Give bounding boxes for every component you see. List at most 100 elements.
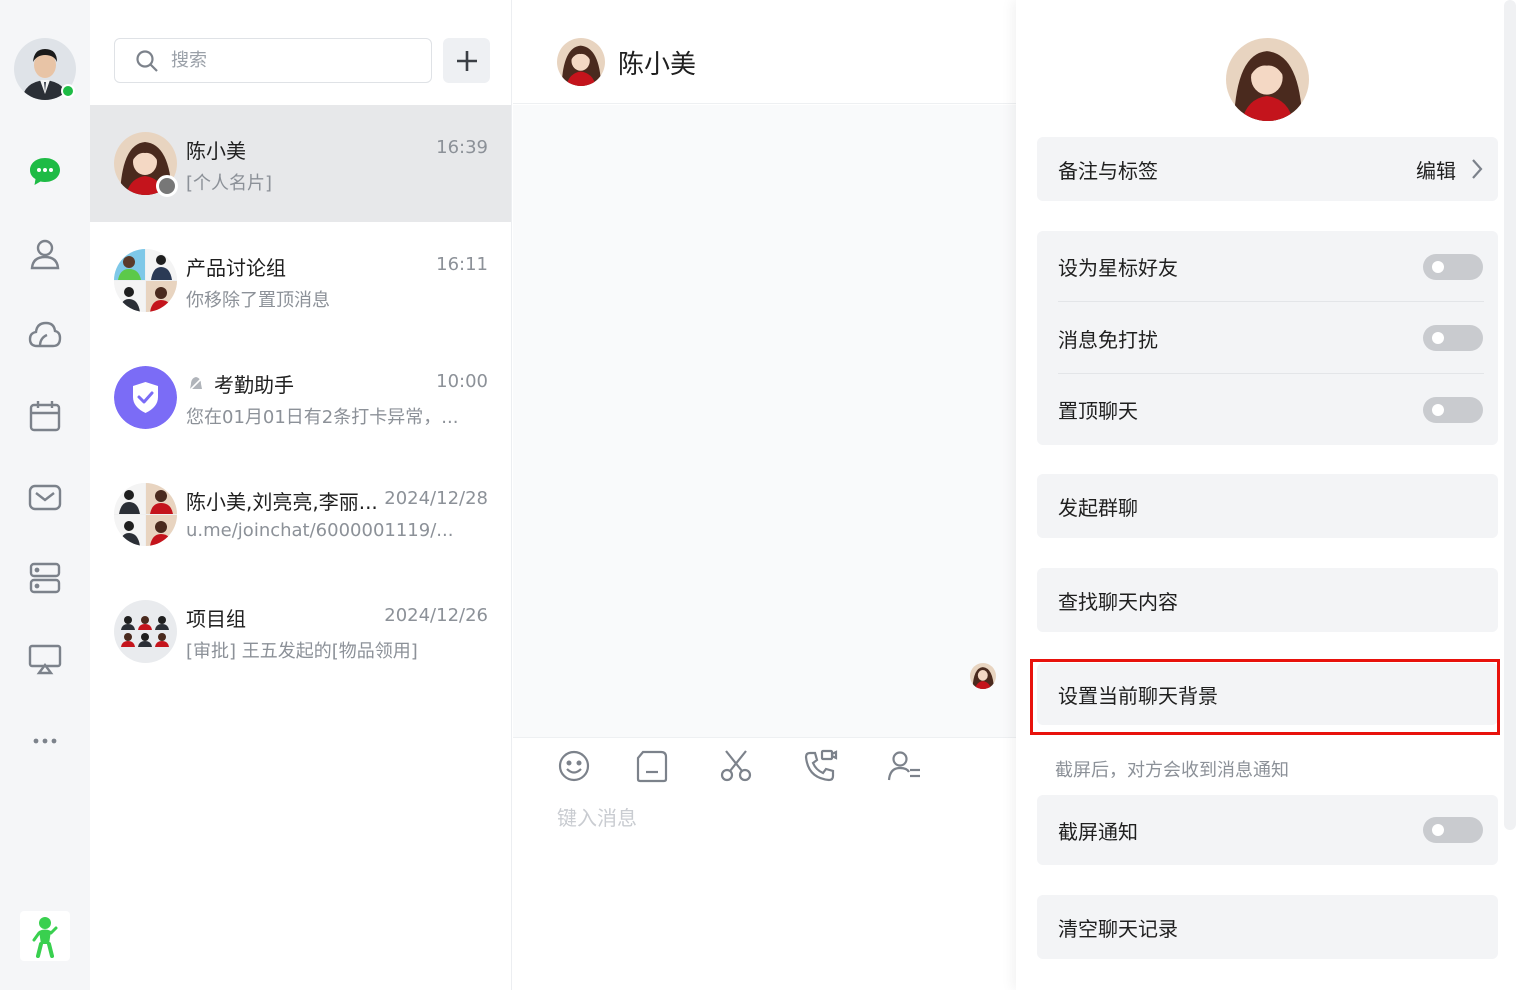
pin-chat-toggle[interactable] xyxy=(1423,396,1483,423)
clear-chat-history-label: 清空聊天记录 xyxy=(1058,916,1178,941)
search-chat-content-button[interactable]: 查找聊天内容 xyxy=(1037,568,1498,632)
conversation-time: 10:00 xyxy=(436,371,488,392)
contacts-nav-button[interactable] xyxy=(21,230,69,278)
conversation-preview: 你移除了置顶消息 xyxy=(186,290,330,311)
chat-title: 陈小美 xyxy=(618,50,697,80)
remark-tags-label: 备注与标签 xyxy=(1058,158,1158,183)
remark-tags-row[interactable]: 备注与标签 编辑 xyxy=(1037,137,1498,201)
clear-history-card: 清空聊天记录 xyxy=(1037,895,1498,959)
chat-area: 陈小美 xyxy=(513,0,1016,990)
calendar-icon xyxy=(29,401,61,432)
chevron-right-icon xyxy=(1472,159,1483,179)
add-button[interactable] xyxy=(443,38,490,83)
conversation-time: 2024/12/28 xyxy=(384,488,488,509)
chat-info-panel: 备注与标签 编辑 设为星标好友 消息免打扰 置顶聊天 发起群聊 查找聊天内容 设… xyxy=(1016,0,1518,990)
panel-scrollbar[interactable] xyxy=(1504,0,1516,830)
moments-nav-button[interactable] xyxy=(21,311,69,359)
chat-header: 陈小美 xyxy=(513,0,1016,104)
start-group-chat-label: 发起群聊 xyxy=(1058,495,1138,520)
remark-card: 备注与标签 编辑 xyxy=(1037,137,1498,201)
mute-bell-icon xyxy=(188,375,204,392)
video-call-icon xyxy=(804,749,838,782)
search-icon xyxy=(136,49,158,72)
chat-contact-avatar[interactable] xyxy=(557,38,605,86)
calendar-nav-button[interactable] xyxy=(21,392,69,440)
screenshot-notify-label: 截屏通知 xyxy=(1058,819,1138,844)
conversation-name: 考勤助手 xyxy=(214,373,294,397)
set-chat-background-label: 设置当前聊天背景 xyxy=(1058,683,1218,708)
contacts-icon xyxy=(30,239,60,270)
scissors-icon xyxy=(720,750,752,782)
emoji-icon xyxy=(558,750,590,782)
conversation-list-panel: 陈小美 16:39 [个人名片] 产品讨论组 16:11 你移除了置顶消息 xyxy=(90,0,512,990)
conversation-preview: u.me/joinchat/6000001119/... xyxy=(186,520,454,541)
message-area[interactable] xyxy=(513,105,1016,737)
call-button[interactable] xyxy=(802,748,838,784)
online-status-dot xyxy=(61,84,75,98)
conversation-item[interactable]: 考勤助手 10:00 您在01月01日有2条打卡异常，... xyxy=(90,339,511,456)
set-chat-background-button[interactable]: 设置当前聊天背景 xyxy=(1037,663,1498,725)
pin-chat-label: 置顶聊天 xyxy=(1058,399,1138,423)
conversation-name-row: 考勤助手 xyxy=(186,369,294,398)
mute-toggle[interactable] xyxy=(1423,325,1483,351)
conversation-item[interactable]: 陈小美,刘亮亮,李丽... 2024/12/28 u.me/joinchat/6… xyxy=(90,456,511,573)
pin-chat-row: 置顶聊天 xyxy=(1037,374,1498,445)
conversation-item[interactable]: 项目组 2024/12/26 [审批] 王五发起的[物品领用] xyxy=(90,573,511,690)
group-avatar xyxy=(114,249,177,312)
conversation-item[interactable]: 产品讨论组 16:11 你移除了置顶消息 xyxy=(90,222,511,339)
star-friend-label: 设为星标好友 xyxy=(1058,256,1178,280)
screen-cast-nav-button[interactable] xyxy=(21,635,69,683)
conversation-name: 项目组 xyxy=(186,607,246,631)
conversation-time: 16:39 xyxy=(436,137,488,158)
mute-row: 消息免打扰 xyxy=(1037,302,1498,374)
chat-nav-button[interactable] xyxy=(21,148,69,196)
screenshot-notify-toggle[interactable] xyxy=(1423,817,1483,843)
search-chat-card: 查找聊天内容 xyxy=(1037,568,1498,632)
emoji-button[interactable] xyxy=(556,748,592,784)
group-avatar xyxy=(114,600,177,663)
conversation-item[interactable]: 陈小美 16:39 [个人名片] xyxy=(90,105,511,222)
screenshot-notify-row: 截屏通知 xyxy=(1037,795,1498,865)
message-composer xyxy=(513,737,1016,990)
star-friend-row: 设为星标好友 xyxy=(1037,231,1498,302)
screenshot-hint: 截屏后，对方会收到消息通知 xyxy=(1055,760,1289,781)
profile-avatar[interactable] xyxy=(1226,38,1309,121)
chat-icon xyxy=(30,158,60,185)
star-friend-toggle[interactable] xyxy=(1423,253,1483,280)
attendance-bot-avatar xyxy=(114,366,177,429)
mute-label: 消息免打扰 xyxy=(1058,327,1158,352)
screen-cast-icon xyxy=(28,644,62,675)
conversation-name: 陈小美,刘亮亮,李丽... xyxy=(186,490,378,514)
presence-status-dot xyxy=(156,175,178,197)
message-sender-avatar[interactable] xyxy=(970,663,996,689)
contact-card-icon xyxy=(887,751,920,781)
chat-background-card: 设置当前聊天背景 xyxy=(1037,663,1498,725)
storage-nav-button[interactable] xyxy=(21,554,69,602)
edit-link[interactable]: 编辑 xyxy=(1416,155,1456,184)
screenshot-notify-card: 截屏通知 xyxy=(1037,795,1498,865)
settings-card: 设为星标好友 消息免打扰 置顶聊天 xyxy=(1037,231,1498,445)
nav-rail xyxy=(0,0,90,990)
conversation-name: 产品讨论组 xyxy=(186,256,286,280)
search-box[interactable] xyxy=(114,38,432,83)
more-icon xyxy=(33,738,57,744)
clear-chat-history-button[interactable]: 清空聊天记录 xyxy=(1037,895,1498,959)
conversation-preview: [审批] 王五发起的[物品领用] xyxy=(186,641,418,662)
group-avatar xyxy=(114,483,177,546)
message-input[interactable] xyxy=(557,802,997,962)
file-button[interactable] xyxy=(634,748,670,784)
contact-card-button[interactable] xyxy=(886,748,922,784)
group-chat-card: 发起群聊 xyxy=(1037,474,1498,538)
conversation-time: 2024/12/26 xyxy=(384,605,488,626)
my-avatar[interactable] xyxy=(14,38,76,100)
conversation-preview: [个人名片] xyxy=(186,173,273,194)
moments-icon xyxy=(28,321,62,348)
mail-nav-button[interactable] xyxy=(21,473,69,521)
conversation-preview: 您在01月01日有2条打卡异常，... xyxy=(186,407,459,428)
search-input[interactable] xyxy=(171,50,411,71)
conversation-time: 16:11 xyxy=(436,254,488,275)
search-chat-content-label: 查找聊天内容 xyxy=(1058,589,1178,614)
more-nav-button[interactable] xyxy=(21,717,69,765)
screenshot-button[interactable] xyxy=(718,748,754,784)
start-group-chat-button[interactable]: 发起群聊 xyxy=(1037,474,1498,538)
